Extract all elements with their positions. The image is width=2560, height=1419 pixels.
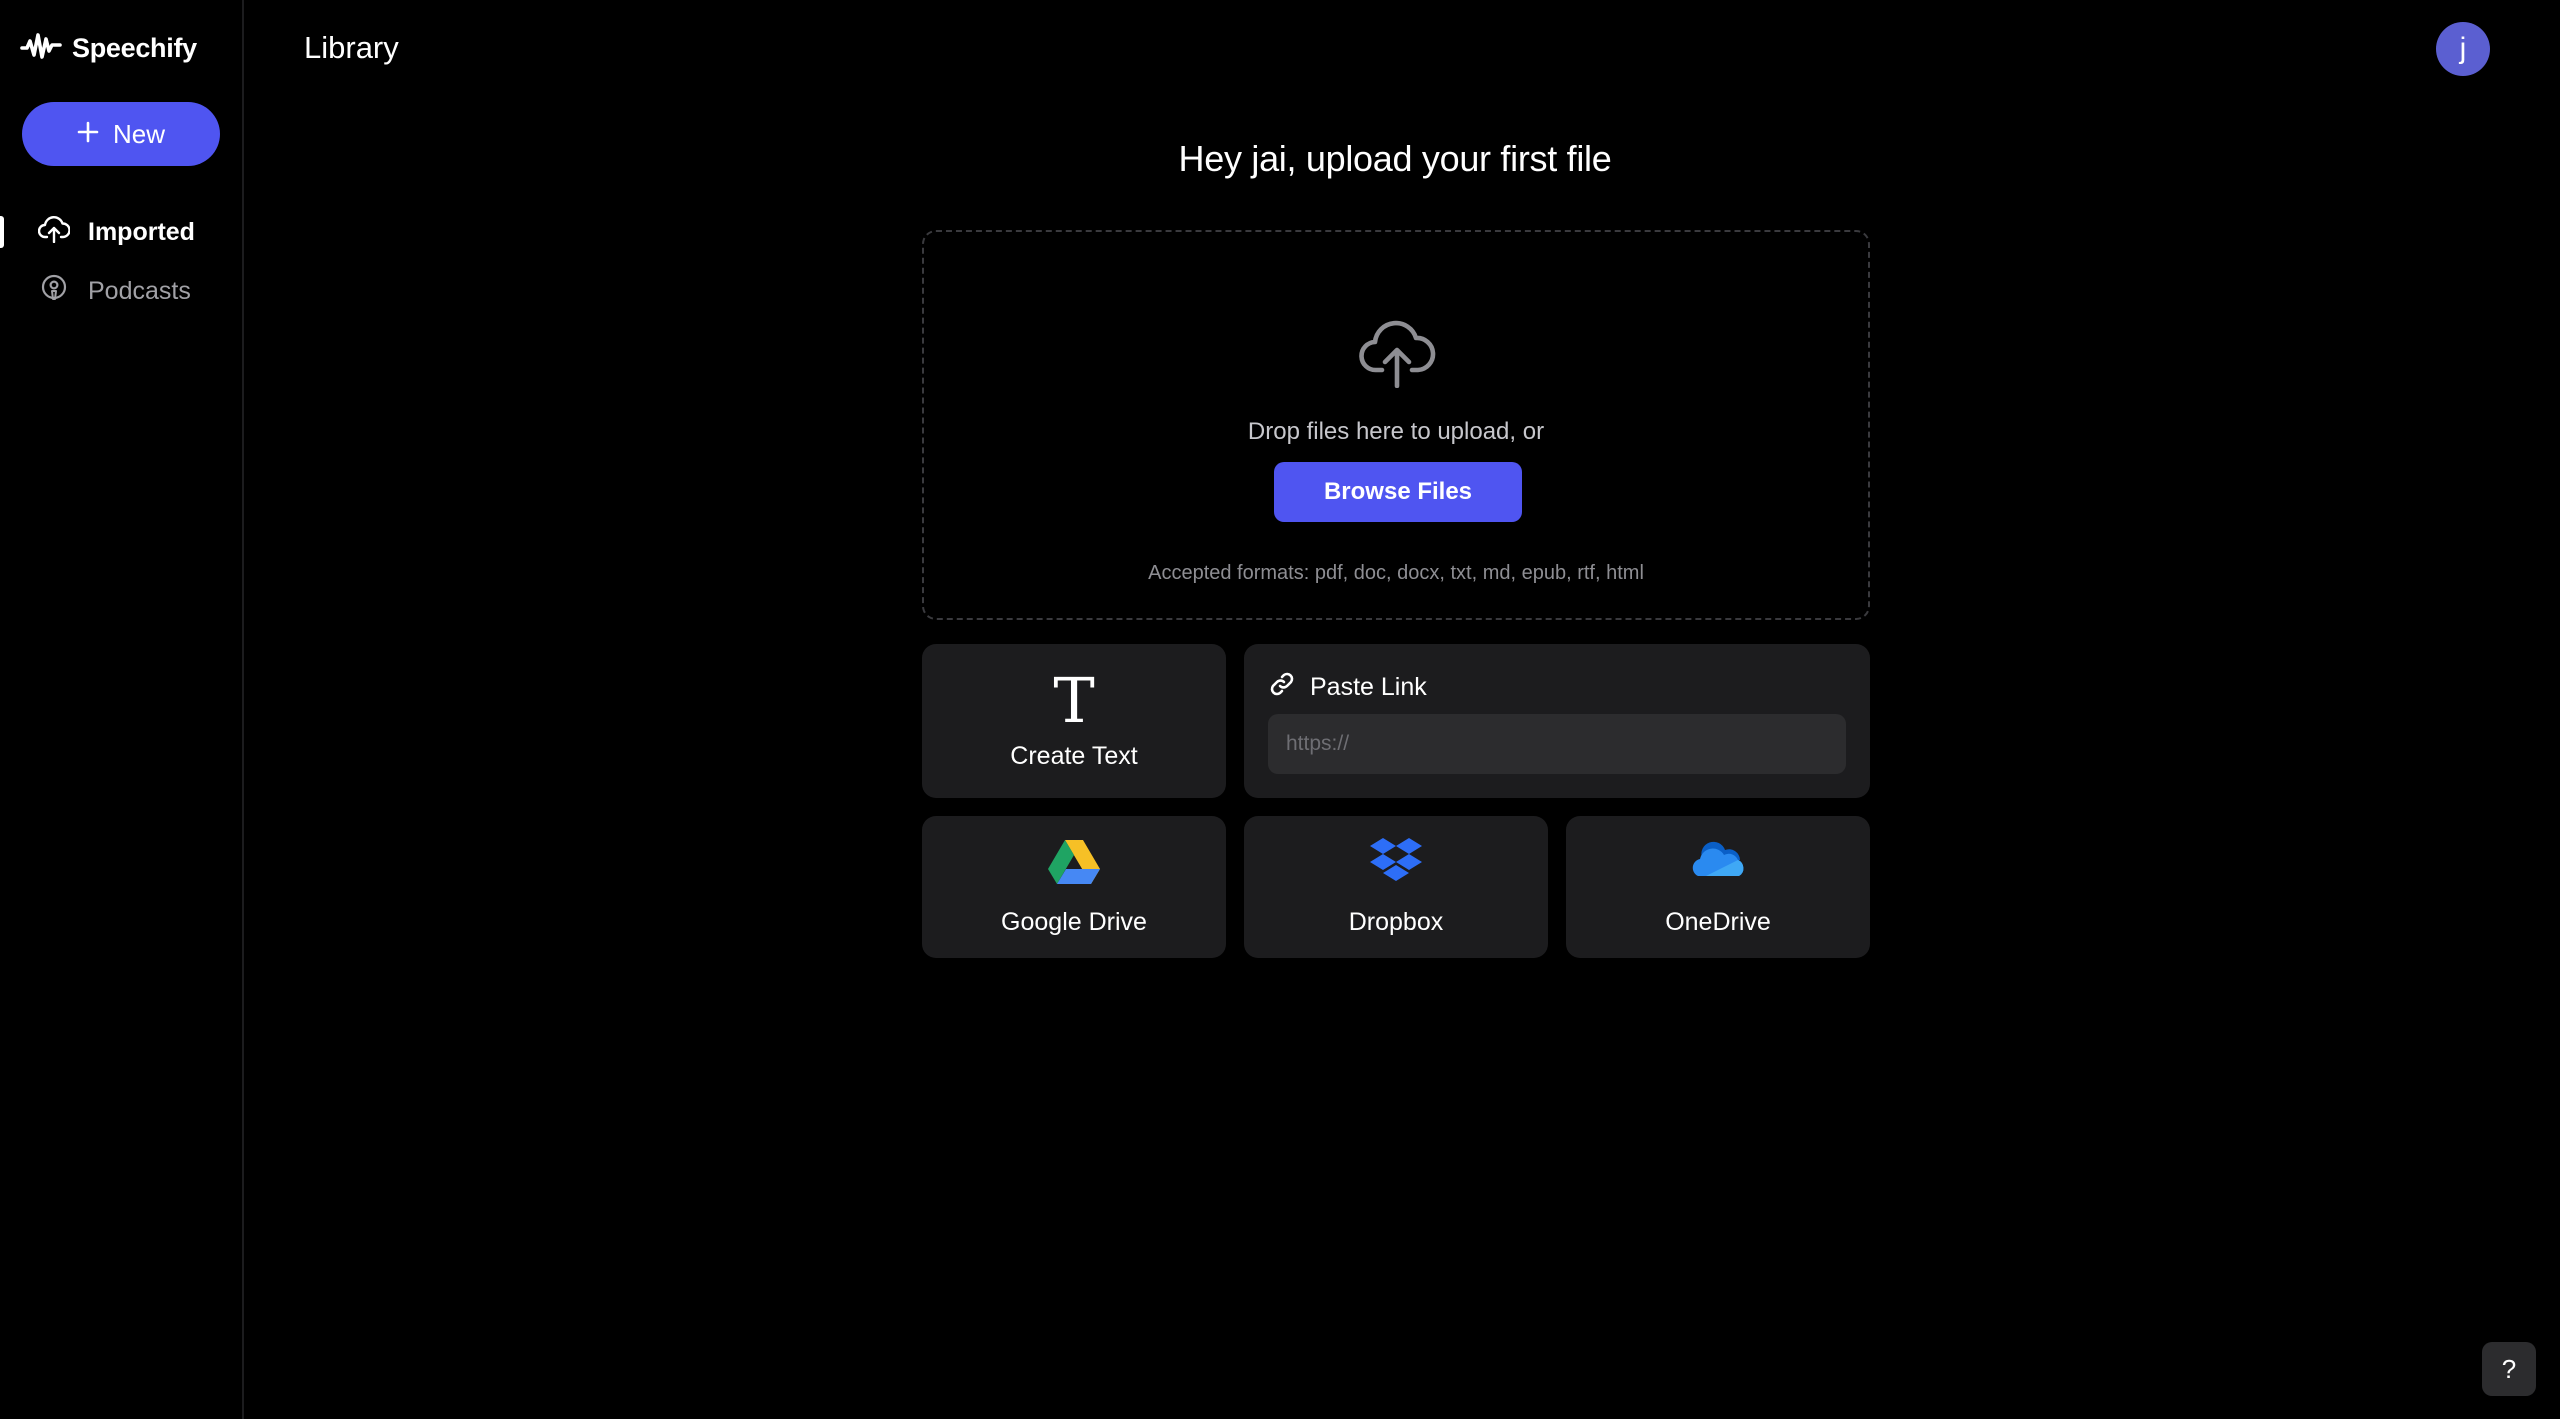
sidebar-item-label: Imported [88,217,195,246]
avatar[interactable]: j [2436,22,2490,76]
onedrive-icon [1566,838,1870,882]
help-button[interactable]: ? [2482,1342,2536,1396]
text-icon: T [1053,664,1095,737]
dropbox-label: Dropbox [1348,908,1444,936]
page-title: Library [304,30,399,65]
paste-link-card: Paste Link [1244,644,1870,798]
paste-link-header: Paste Link [1268,670,1427,705]
sidebar-item-label: Podcasts [88,276,191,305]
dropbox-card[interactable]: Dropbox [1244,816,1548,958]
app: Speechify New Imported Podcasts Library … [0,0,2560,1419]
brand[interactable]: Speechify [20,30,197,66]
greeting-heading: Hey jai, upload your first file [1178,138,1612,179]
link-input[interactable] [1268,714,1846,774]
onedrive-label: OneDrive [1665,908,1771,936]
sidebar-item-imported[interactable]: Imported [0,204,242,260]
new-button-label: New [112,118,165,149]
file-dropzone[interactable]: Drop files here to upload, or Browse Fil… [922,230,1870,620]
new-button[interactable]: New [22,102,220,166]
podcast-icon [38,274,70,309]
waveform-logo-icon [20,31,62,66]
cloud-upload-icon [1358,320,1436,393]
dropzone-text: Drop files here to upload, or [1247,418,1545,445]
cloud-upload-icon [37,215,71,250]
link-icon [1268,670,1296,705]
sidebar: Speechify New Imported Podcasts [0,0,244,1419]
brand-name: Speechify [72,32,197,63]
accepted-formats-text: Accepted formats: pdf, doc, docx, txt, m… [1148,562,1644,584]
sidebar-item-podcasts[interactable]: Podcasts [0,263,242,319]
dropbox-icon [1244,838,1548,884]
google-drive-card[interactable]: Google Drive [922,816,1226,958]
google-drive-icon [922,838,1226,884]
paste-link-label: Paste Link [1310,673,1427,701]
plus-icon [77,119,99,150]
sidebar-nav: Imported Podcasts [0,204,242,319]
google-drive-label: Google Drive [1001,908,1147,936]
onedrive-card[interactable]: OneDrive [1566,816,1870,958]
create-text-card[interactable]: T Create Text [922,644,1226,798]
create-text-label: Create Text [1010,742,1138,770]
browse-files-button[interactable]: Browse Files [1274,462,1522,522]
